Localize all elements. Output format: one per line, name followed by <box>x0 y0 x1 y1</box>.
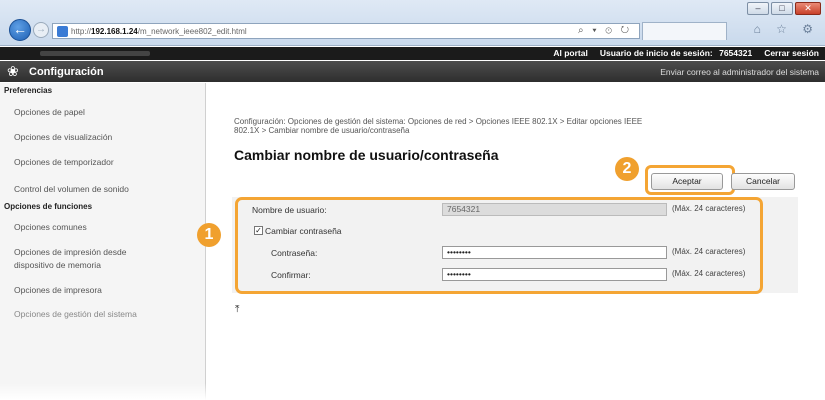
cancel-button[interactable]: Cancelar <box>731 173 795 190</box>
password-label: Contraseña: <box>271 248 318 258</box>
top-bar: Al portal Usuario de inicio de sesión: 7… <box>0 47 825 60</box>
username-label: Nombre de usuario: <box>252 205 327 215</box>
browser-toolbar-icons[interactable]: ⌂ ☆ ⚙ <box>754 22 819 36</box>
confirm-label: Confirmar: <box>271 270 311 280</box>
close-window-button[interactable]: ✕ <box>795 2 821 15</box>
confirm-password-field[interactable]: •••••••• <box>442 268 667 281</box>
minimize-button[interactable]: – <box>747 2 769 15</box>
page-title: Configuración <box>29 66 104 78</box>
password-note: (Máx. 24 caracteres) <box>672 247 746 256</box>
address-bar[interactable]: http://192.168.1.24/m_network_ieee802_ed… <box>52 23 640 39</box>
accept-button[interactable]: Aceptar <box>651 173 723 190</box>
sidebar-item-volume[interactable]: Control del volumen de sonido <box>14 183 129 196</box>
breadcrumb: Configuración: Opciones de gestión del s… <box>234 117 643 135</box>
portal-link[interactable]: Al portal <box>553 48 587 58</box>
sidebar-fade <box>0 383 206 400</box>
sidebar-item-timer[interactable]: Opciones de temporizador <box>14 156 114 169</box>
browser-chrome: – □ ✕ ← → http://192.168.1.24/m_network_… <box>0 0 825 46</box>
mail-admin-link[interactable]: Enviar correo al administrador del siste… <box>660 67 819 77</box>
browser-tab[interactable] <box>642 22 727 40</box>
sidebar-item-memory-print[interactable]: Opciones de impresión desde dispositivo d… <box>14 246 126 272</box>
password-field[interactable]: •••••••• <box>442 246 667 259</box>
forward-icon[interactable]: → <box>33 22 49 38</box>
login-user-info: Usuario de inicio de sesión: 7654321 <box>599 48 753 58</box>
page-top-icon[interactable]: ⤒ <box>235 304 239 315</box>
address-url: http://192.168.1.24/m_network_ieee802_ed… <box>71 26 247 36</box>
back-icon[interactable]: ← <box>9 19 31 41</box>
username-note: (Máx. 24 caracteres) <box>672 204 746 213</box>
change-password-label[interactable]: Cambiar contraseña <box>265 226 342 236</box>
maximize-button[interactable]: □ <box>771 2 793 15</box>
sidebar-item-display[interactable]: Opciones de visualización <box>14 131 112 144</box>
main-content: Configuración: Opciones de gestión del s… <box>197 83 825 400</box>
sidebar-item-printer[interactable]: Opciones de impresora <box>14 284 102 297</box>
sidebar-heading-preferences: Preferencias <box>4 86 53 95</box>
site-favicon-icon <box>57 25 68 37</box>
change-password-checkbox[interactable]: ✓ <box>254 226 263 235</box>
page-heading: Cambiar nombre de usuario/contraseña <box>234 147 499 163</box>
callout-1-badge: 1 <box>197 223 221 247</box>
gear-icon: ❀ <box>7 63 19 79</box>
username-field: 7654321 <box>442 203 667 216</box>
callout-2-badge: 2 <box>615 157 639 181</box>
confirm-note: (Máx. 24 caracteres) <box>672 269 746 278</box>
address-tools-icons[interactable]: ⌕ ▾ ⊙ ↻ <box>578 25 632 36</box>
blurred-device-name <box>40 51 150 56</box>
sidebar: Preferencias Opciones de papel Opciones … <box>0 83 206 400</box>
sidebar-item-common[interactable]: Opciones comunes <box>14 221 87 234</box>
logout-link[interactable]: Cerrar sesión <box>764 48 819 58</box>
sidebar-item-system-management[interactable]: Opciones de gestión del sistema <box>14 308 137 321</box>
sidebar-item-paper[interactable]: Opciones de papel <box>14 106 85 119</box>
title-bar: ❀ Configuración Enviar correo al adminis… <box>0 61 825 82</box>
sidebar-heading-functions: Opciones de funciones <box>4 202 93 211</box>
window-controls: – □ ✕ <box>747 2 821 15</box>
